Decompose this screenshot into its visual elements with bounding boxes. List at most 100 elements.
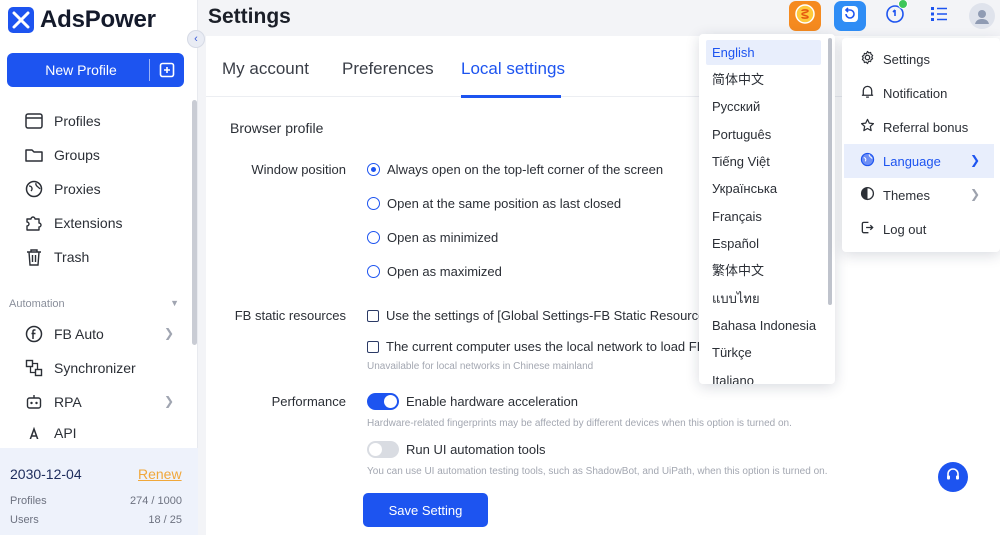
- language-option[interactable]: 简体中文: [706, 67, 821, 92]
- update-button[interactable]: [879, 0, 911, 31]
- app-logo[interactable]: AdsPower: [8, 6, 156, 34]
- ui-automation-toggle[interactable]: [367, 441, 399, 458]
- sidebar-item-api[interactable]: API: [0, 419, 190, 439]
- gear-icon: [860, 50, 875, 68]
- menu-item-settings[interactable]: Settings: [844, 42, 994, 76]
- support-button[interactable]: [938, 462, 968, 492]
- collapse-sidebar-button[interactable]: ‹: [187, 30, 205, 48]
- sidebar-item-label: Trash: [54, 249, 90, 265]
- language-option[interactable]: Italiano: [706, 368, 821, 384]
- caret-down-icon: ▼: [170, 298, 179, 308]
- checkbox[interactable]: [367, 340, 379, 353]
- automation-nav: FB Auto ❯ Synchronizer RPA ❯ API: [0, 317, 190, 439]
- fb-static-global-checkbox[interactable]: Use the settings of [Global Settings-FB …: [367, 308, 715, 323]
- menu-item-notification[interactable]: Notification: [844, 76, 994, 110]
- sync-icon: [24, 358, 44, 378]
- tab-local-settings[interactable]: Local settings: [461, 59, 565, 79]
- account-menu-popup: Settings Notification Referral bonus Lan…: [842, 38, 1000, 252]
- chevron-right-icon: ❯: [969, 187, 980, 201]
- window-position-option-maximized[interactable]: Open as maximized: [367, 264, 502, 279]
- sidebar-item-synchronizer[interactable]: Synchronizer: [0, 351, 190, 385]
- sidebar-item-rpa[interactable]: RPA ❯: [0, 385, 190, 419]
- bell-icon: [860, 84, 875, 102]
- sidebar-item-trash[interactable]: Trash: [0, 240, 190, 274]
- language-option[interactable]: Español: [706, 231, 821, 256]
- language-option-english[interactable]: English: [706, 40, 821, 65]
- subscription-panel: 2030-12-04 Renew Profiles 274 / 1000 Use…: [0, 448, 198, 535]
- language-option[interactable]: Українська: [706, 176, 821, 201]
- toggle-knob: [369, 443, 382, 456]
- headset-icon: [945, 467, 961, 488]
- theme-icon: [860, 186, 875, 204]
- language-option[interactable]: Bahasa Indonesia: [706, 313, 821, 338]
- sidebar-item-proxies[interactable]: Proxies: [0, 172, 190, 206]
- language-option[interactable]: Türkçe: [706, 340, 821, 365]
- fb-static-local-checkbox[interactable]: The current computer uses the local netw…: [367, 339, 705, 354]
- active-tab-indicator: [461, 95, 561, 98]
- radio[interactable]: [367, 231, 380, 244]
- sidebar-item-label: API: [54, 425, 77, 439]
- adspower-logo-icon: [8, 7, 34, 33]
- language-option[interactable]: แบบไทย: [706, 286, 821, 311]
- ui-automation-hint: You can use UI automation testing tools,…: [367, 466, 828, 477]
- renew-link[interactable]: Renew: [138, 466, 182, 482]
- sidebar-item-label: Groups: [54, 147, 100, 163]
- sidebar-item-groups[interactable]: Groups: [0, 138, 190, 172]
- sidebar-item-extensions[interactable]: Extensions: [0, 206, 190, 240]
- expiry-date: 2030-12-04: [10, 466, 82, 482]
- radio-selected[interactable]: [367, 163, 380, 176]
- facebook-icon: [24, 324, 44, 344]
- chevron-left-icon: ‹: [194, 33, 198, 45]
- language-option[interactable]: Português: [706, 122, 821, 147]
- new-profile-button[interactable]: New Profile: [7, 53, 184, 87]
- section-label: Automation: [9, 298, 65, 310]
- coin-bonus-button[interactable]: [789, 1, 821, 31]
- sync-status-button[interactable]: [834, 1, 866, 31]
- sidebar-item-profiles[interactable]: Profiles: [0, 104, 190, 138]
- language-option[interactable]: Français: [706, 204, 821, 229]
- hardware-acceleration-toggle[interactable]: [367, 393, 399, 410]
- update-badge-icon: [898, 0, 908, 9]
- section-title: Browser profile: [230, 120, 324, 136]
- avatar: [969, 3, 995, 29]
- menu-item-language[interactable]: Language ❯: [844, 144, 994, 178]
- import-profile-icon[interactable]: [150, 62, 184, 78]
- tab-preferences[interactable]: Preferences: [342, 59, 434, 79]
- sidebar-item-label: RPA: [54, 394, 82, 410]
- window-position-option-top-left[interactable]: Always open on the top-left corner of th…: [367, 162, 663, 177]
- menu-item-referral-bonus[interactable]: Referral bonus: [844, 110, 994, 144]
- window-position-label: Window position: [251, 162, 346, 177]
- menu-item-label: Log out: [883, 221, 927, 237]
- fb-static-label: FB static resources: [234, 308, 346, 323]
- window-position-option-last-closed[interactable]: Open at the same position as last closed: [367, 196, 621, 211]
- coin-icon: [794, 3, 816, 30]
- new-profile-label: New Profile: [45, 62, 117, 78]
- app-name: AdsPower: [40, 6, 156, 33]
- task-list-button[interactable]: [923, 1, 955, 31]
- hardware-acceleration-toggle-row[interactable]: Enable hardware acceleration: [367, 393, 578, 410]
- language-option[interactable]: Русский: [706, 94, 821, 119]
- save-setting-button[interactable]: Save Setting: [363, 493, 488, 527]
- fb-static-hint: Unavailable for local networks in Chines…: [367, 361, 594, 372]
- language-option[interactable]: 繁体中文: [706, 258, 821, 283]
- radio[interactable]: [367, 197, 380, 210]
- tab-my-account[interactable]: My account: [222, 59, 309, 79]
- menu-item-label: Referral bonus: [883, 119, 969, 135]
- language-list-popup: English 简体中文 Русский Português Tiếng Việ…: [699, 34, 835, 384]
- checkbox[interactable]: [367, 309, 379, 322]
- star-icon: [860, 118, 875, 136]
- ui-automation-toggle-row[interactable]: Run UI automation tools: [367, 441, 545, 458]
- sidebar-scrollbar[interactable]: [192, 100, 197, 345]
- hardware-acceleration-hint: Hardware-related fingerprints may be aff…: [367, 418, 792, 429]
- radio[interactable]: [367, 265, 380, 278]
- sidebar-item-fb-auto[interactable]: FB Auto ❯: [0, 317, 190, 351]
- avatar-button[interactable]: [966, 1, 998, 31]
- sidebar-item-label: Profiles: [54, 113, 101, 129]
- language-list-scrollbar[interactable]: [828, 38, 832, 305]
- automation-section-header[interactable]: Automation ▼: [9, 298, 179, 310]
- menu-item-log-out[interactable]: Log out: [844, 212, 994, 246]
- menu-item-themes[interactable]: Themes ❯: [844, 178, 994, 212]
- menu-item-label: Notification: [883, 85, 948, 101]
- window-position-option-minimized[interactable]: Open as minimized: [367, 230, 498, 245]
- language-option[interactable]: Tiếng Việt: [706, 149, 821, 174]
